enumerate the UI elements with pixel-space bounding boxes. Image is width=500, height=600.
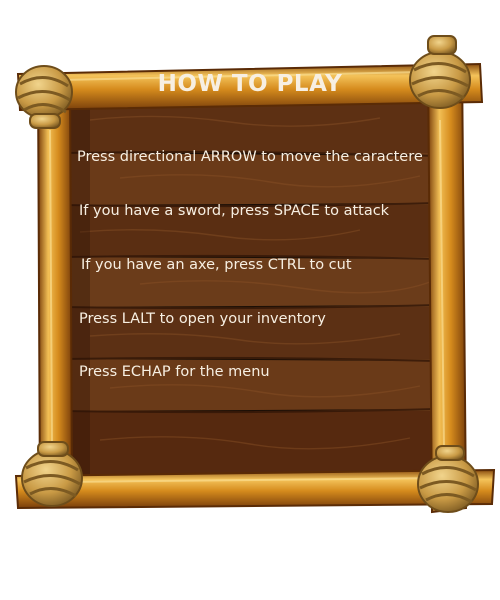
instruction-menu: Press ECHAP for the menu <box>79 364 270 380</box>
instruction-attack: If you have a sword, press SPACE to atta… <box>79 203 390 219</box>
instruction-move: Press directional ARROW to move the cara… <box>77 149 423 165</box>
instruction-inventory: Press LALT to open your inventory <box>79 311 326 327</box>
instruction-cut: If you have an axe, press CTRL to cut <box>81 257 352 273</box>
how-to-play-screen: HOW TO PLAY Press directional ARROW to m… <box>0 0 500 600</box>
page-title: HOW TO PLAY <box>157 71 343 97</box>
